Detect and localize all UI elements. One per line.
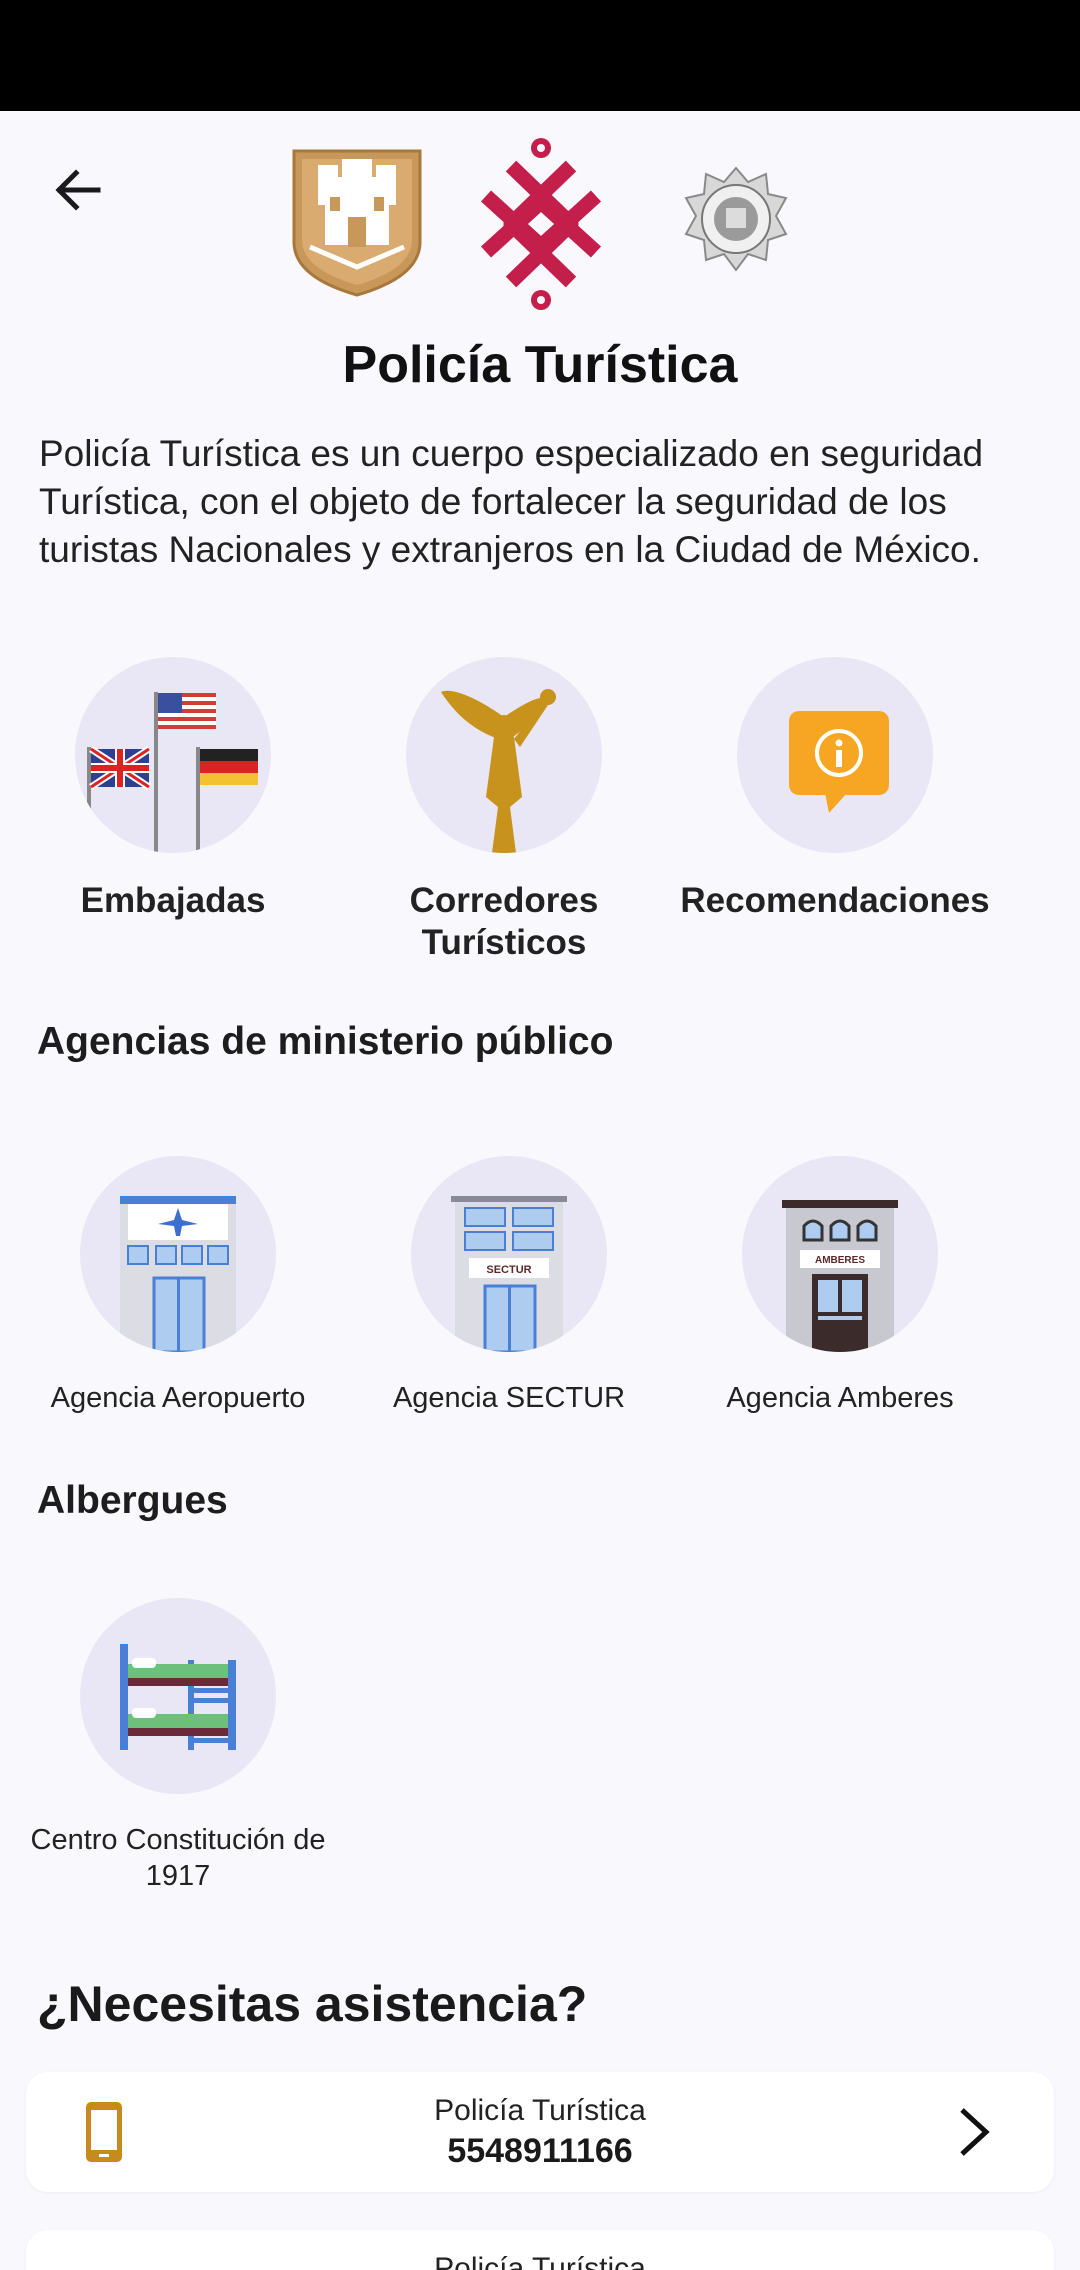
recomendaciones-button[interactable] xyxy=(737,657,933,853)
centro-constitucion-label: Centro Constitución de 1917 xyxy=(30,1824,326,1892)
embajadas-button[interactable] xyxy=(75,657,271,853)
status-bar xyxy=(0,0,1080,111)
contact-name: Policía Turística xyxy=(434,2094,646,2127)
page-title: Policía Turística xyxy=(342,336,738,394)
agencia-aeropuerto-label: Agencia Aeropuerto xyxy=(50,1382,306,1414)
agencies-section-title: Agencias de ministerio público xyxy=(37,1020,614,1063)
embajadas-label: Embajadas xyxy=(80,881,266,920)
recomendaciones-label: Recomendaciones xyxy=(680,881,990,920)
contact-card[interactable]: Policía Turística xyxy=(26,2230,1054,2270)
back-arrow-icon[interactable] xyxy=(46,158,110,222)
sectur-sign: SECTUR xyxy=(486,1264,531,1276)
amberes-building-icon: AMBERES xyxy=(782,1200,898,1352)
contact-name: Policía Turística xyxy=(434,2252,646,2270)
assistance-title: ¿Necesitas asistencia? xyxy=(37,1976,588,2032)
page-description: Policía Turística es un cuerpo especiali… xyxy=(39,433,984,570)
airport-building-icon xyxy=(120,1196,236,1352)
chevron-right-icon xyxy=(960,2108,990,2156)
info-bubble-icon xyxy=(789,711,889,813)
agencia-sectur-label: Agencia SECTUR xyxy=(392,1382,626,1414)
corredores-turisticos-label: Corredores Turísticos xyxy=(409,881,599,962)
angel-statue-icon xyxy=(441,689,556,853)
bunk-bed-icon xyxy=(120,1644,236,1750)
centro-constitucion-button[interactable] xyxy=(80,1598,276,1794)
police-badge-logo xyxy=(684,166,788,272)
shelters-section-title: Albergues xyxy=(37,1479,228,1522)
agencia-amberes-label: Agencia Amberes xyxy=(726,1382,954,1414)
agencia-sectur-button[interactable]: SECTUR xyxy=(411,1156,607,1352)
contact-number: 5548911166 xyxy=(447,2132,633,2170)
contact-card[interactable]: Policía Turística 5548911166 xyxy=(26,2072,1054,2192)
cdmx-knot-logo xyxy=(480,138,602,310)
agencia-aeropuerto-button[interactable] xyxy=(80,1156,276,1352)
cdmx-shield-logo xyxy=(292,149,422,297)
corredores-turisticos-button[interactable] xyxy=(406,657,602,853)
agencia-amberes-button[interactable]: AMBERES xyxy=(742,1156,938,1352)
sectur-building-icon: SECTUR xyxy=(451,1196,567,1352)
flags-icon xyxy=(87,692,258,853)
amberes-sign: AMBERES xyxy=(815,1255,865,1266)
